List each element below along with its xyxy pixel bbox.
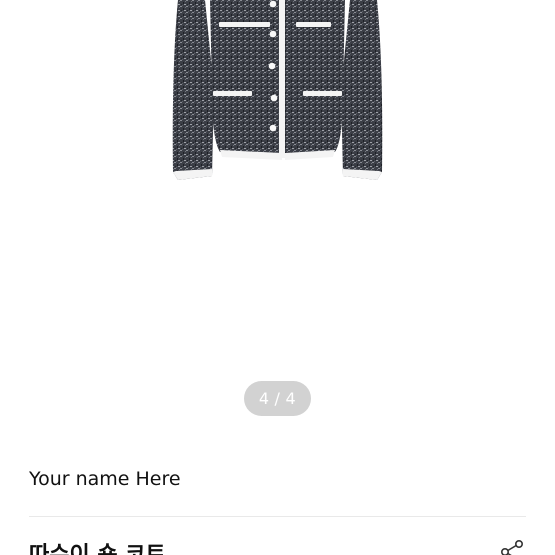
image-page-indicator: 4 / 4 (244, 381, 311, 416)
product-title: 따수이 숏 코트 (29, 537, 166, 555)
seller-name[interactable]: Your name Here (29, 468, 181, 490)
page-separator: / (274, 389, 281, 408)
tweed-jacket-image (172, 0, 383, 180)
share-icon (501, 539, 523, 555)
divider (29, 516, 526, 517)
share-button[interactable] (499, 539, 525, 555)
current-page-number: 4 (258, 389, 270, 408)
total-page-number: 4 (285, 389, 297, 408)
product-image[interactable] (0, 0, 555, 430)
